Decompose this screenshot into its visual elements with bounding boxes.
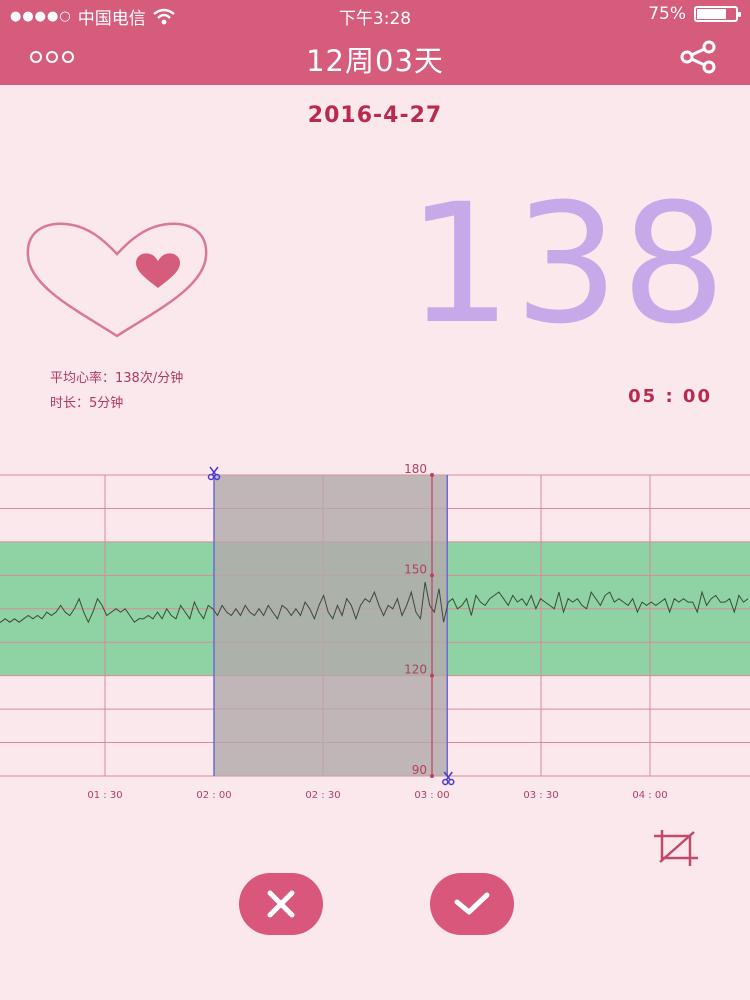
status-bar: ●●●●○ 中国电信 下午3:28 75% — [0, 0, 750, 29]
close-icon — [267, 890, 295, 918]
battery-fill — [697, 9, 726, 19]
page-title: 12周03天 — [306, 44, 444, 78]
heart-icon — [26, 222, 208, 338]
x-tick-label: 02 : 00 — [196, 790, 231, 801]
y-axis-dot — [430, 673, 434, 678]
x-tick-label: 03 : 00 — [414, 790, 449, 801]
confirm-button[interactable] — [430, 873, 514, 935]
heart-rate-chart[interactable]: 180 150 120 90 01 : 30 02 : 00 02 : 30 03 : 00 0… — [0, 460, 750, 810]
y-tick-label: 120 — [404, 663, 427, 677]
y-axis-dot — [430, 573, 434, 578]
battery-percent: 75% — [648, 4, 686, 24]
x-tick-label: 01 : 30 — [87, 790, 122, 801]
timer: 05 : 00 — [628, 386, 712, 407]
y-axis-dot — [430, 774, 434, 778]
y-axis-dot — [430, 473, 434, 477]
x-tick-label: 04 : 00 — [632, 790, 667, 801]
y-tick-label: 90 — [412, 763, 427, 777]
average-heart-rate: 平均心率：138次/分钟 — [50, 371, 184, 386]
duration-label: 时长：5分钟 — [50, 396, 124, 411]
share-icon[interactable] — [678, 40, 718, 74]
status-right: 75% — [648, 4, 741, 24]
battery-icon — [694, 6, 741, 22]
selection-region[interactable] — [214, 475, 448, 776]
y-tick-label: 180 — [404, 462, 427, 476]
record-date: 2016-4-27 — [307, 103, 443, 128]
x-tick-label: 03 : 30 — [523, 790, 558, 801]
cancel-button[interactable] — [239, 873, 323, 935]
nav-bar: 12周03天 — [0, 28, 750, 85]
heart-rate-value: 138 — [407, 168, 728, 360]
y-tick-label: 150 — [404, 562, 427, 576]
x-tick-label: 02 : 30 — [305, 790, 340, 801]
crop-icon[interactable] — [652, 828, 700, 868]
status-time: 下午3:28 — [338, 9, 412, 29]
check-icon — [454, 892, 490, 915]
